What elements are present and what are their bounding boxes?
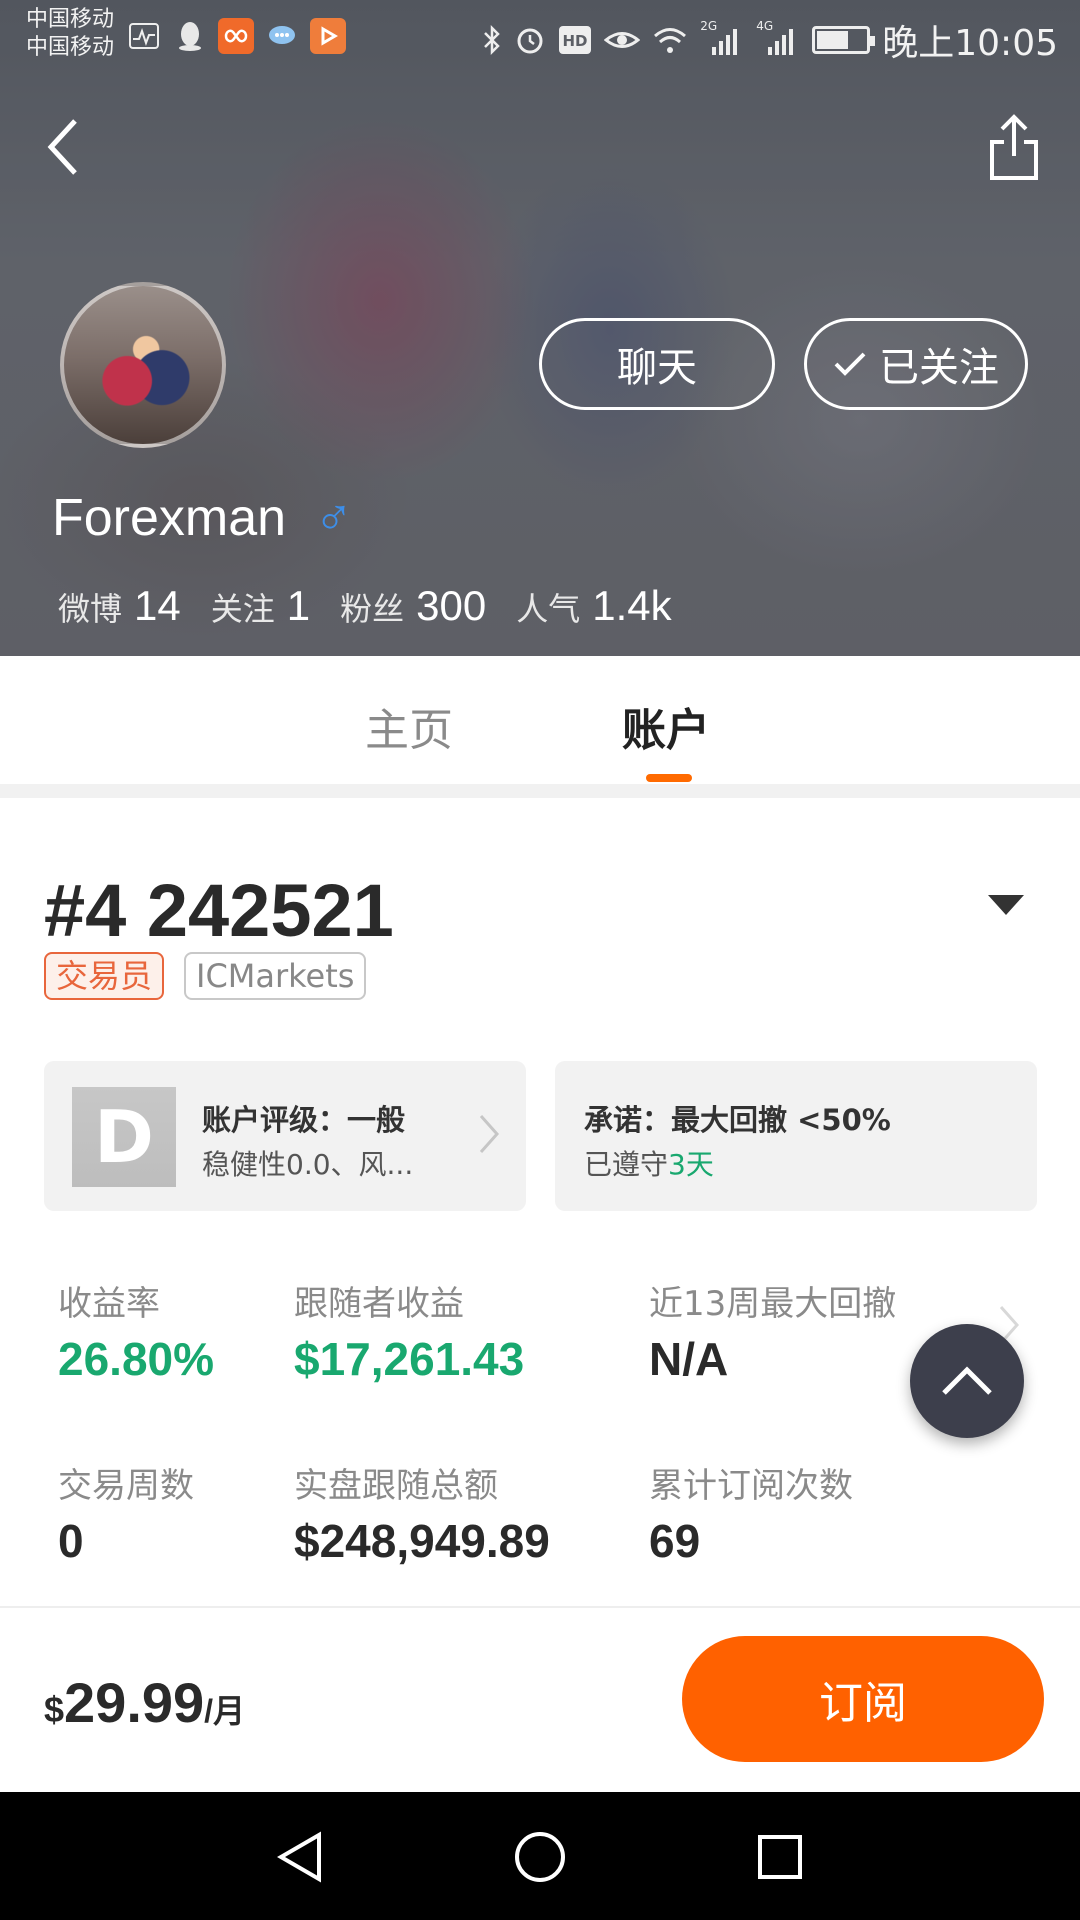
battery-icon: [812, 26, 876, 54]
carrier-line-1: 中国移动: [26, 7, 115, 32]
rating-subtitle: 稳健性0.0、风...: [202, 1148, 414, 1181]
price-currency: $: [44, 1689, 65, 1730]
subscribe-button[interactable]: 订阅: [682, 1636, 1044, 1762]
signal-icon: 4G: [756, 19, 800, 57]
promise-card: 承诺：最大回撤 <50% 已遵守3天: [555, 1061, 1037, 1211]
account-dropdown-icon[interactable]: [988, 895, 1024, 915]
chat-button[interactable]: 聊天: [539, 318, 775, 410]
share-icon: [990, 114, 1038, 180]
tab-account[interactable]: 账户: [622, 694, 710, 758]
male-gender-icon: ♂: [314, 489, 354, 547]
follow-button[interactable]: 已关注: [804, 318, 1028, 410]
section-divider: [0, 784, 1080, 798]
stat-fans[interactable]: 粉丝 300: [340, 582, 486, 630]
account-id: #4 242521: [44, 869, 394, 952]
promise-days: 3天: [668, 1148, 714, 1181]
bottom-bar-divider: [0, 1606, 1080, 1608]
signal-icon: 2G: [700, 19, 744, 57]
bluetooth-icon: [484, 24, 501, 56]
rating-grade-badge: D: [72, 1087, 176, 1187]
promise-title: 承诺：最大回撤 <50%: [584, 1103, 891, 1137]
follow-button-label: 已关注: [879, 345, 999, 391]
metric-label-subscriptions: 累计订阅次数: [649, 1466, 853, 1506]
stat-label: 粉丝: [340, 590, 405, 628]
profile-stats: 微博 14 关注 1 粉丝 300 人气 1.4k: [58, 582, 702, 630]
activity-icon: [126, 18, 162, 54]
checkmark-icon: [834, 352, 866, 376]
metric-label-trading-weeks: 交易周数: [58, 1466, 194, 1506]
network-type-1: 2G: [700, 19, 718, 33]
wifi-icon: [654, 28, 687, 53]
eye-icon: [604, 32, 641, 48]
stat-value: 1.4k: [592, 582, 672, 629]
metric-label-follow-total: 实盘跟随总额: [294, 1466, 498, 1506]
metric-value-follower-profit: $17,261.43: [294, 1333, 525, 1385]
stat-weibo[interactable]: 微博 14: [58, 582, 181, 630]
promise-subtitle: 已遵守3天: [584, 1143, 714, 1183]
chevron-up-icon: [942, 1366, 992, 1395]
stat-label: 人气: [516, 590, 581, 628]
chevron-left-icon: [47, 119, 77, 175]
broker-tag: ICMarkets: [184, 952, 367, 1000]
qq-icon: [172, 18, 208, 54]
back-button[interactable]: [38, 112, 88, 182]
network-type-2: 4G: [756, 19, 774, 33]
rating-title: 账户评级：一般: [202, 1103, 406, 1137]
hd-icon: HD: [559, 26, 592, 54]
video-app-icon: [310, 18, 346, 54]
stat-label: 关注: [210, 590, 275, 628]
metric-value-max-drawdown: N/A: [649, 1333, 729, 1385]
carrier-line-2: 中国移动: [26, 35, 115, 60]
carrier-label: 中国移动 中国移动: [26, 6, 114, 62]
share-button[interactable]: [984, 112, 1044, 184]
stat-value: 300: [416, 582, 487, 629]
stat-value: 14: [134, 582, 181, 629]
metric-value-follow-total: $248,949.89: [294, 1515, 550, 1567]
metric-label-max-drawdown: 近13周最大回撤: [649, 1284, 897, 1324]
system-navigation-bar: [0, 1792, 1080, 1920]
tab-home[interactable]: 主页: [365, 694, 453, 758]
scroll-to-top-button[interactable]: [910, 1324, 1024, 1438]
chat-button-label: 聊天: [617, 345, 697, 391]
price-period: /月: [204, 1693, 246, 1729]
square-recents-icon: [758, 1835, 802, 1879]
system-recents-button[interactable]: [745, 1822, 815, 1892]
avatar[interactable]: [60, 282, 226, 448]
metric-label-return: 收益率: [58, 1284, 160, 1324]
metric-value-subscriptions: 69: [649, 1515, 701, 1567]
stat-popularity: 人气 1.4k: [516, 582, 671, 630]
subscribe-button-label: 订阅: [819, 1678, 907, 1729]
profile-name: Forexman ♂: [52, 488, 353, 548]
chat-bubble-icon: [264, 18, 300, 54]
promise-subtitle-prefix: 已遵守: [584, 1148, 669, 1181]
profile-tabs: 主页 账户: [0, 656, 1080, 784]
stat-value: 1: [286, 582, 311, 629]
price-amount: 29.99: [64, 1671, 205, 1734]
active-tab-indicator: [646, 774, 692, 782]
metric-value-return: 26.80%: [58, 1333, 215, 1385]
circle-home-icon: [515, 1832, 565, 1882]
alarm-icon: [517, 28, 543, 54]
svg-text:HD: HD: [563, 32, 588, 50]
stat-following[interactable]: 关注 1: [211, 582, 310, 630]
metric-label-follower-profit: 跟随者收益: [294, 1284, 464, 1324]
system-home-button[interactable]: [505, 1822, 575, 1892]
status-time: 晚上10:05: [882, 23, 1058, 64]
subscription-price: $ 29.99 /月: [44, 1670, 245, 1735]
chevron-right-icon: [478, 1113, 500, 1166]
system-back-button[interactable]: [265, 1822, 335, 1892]
stat-label: 微博: [58, 590, 123, 628]
username-text: Forexman: [52, 489, 287, 547]
status-bar: 中国移动 中国移动 HD 2G 4G 晚上10:05: [0, 0, 1080, 72]
trader-tag: 交易员: [44, 952, 165, 1000]
metric-value-trading-weeks: 0: [58, 1515, 84, 1567]
account-rating-card[interactable]: D 账户评级：一般 稳健性0.0、风...: [44, 1061, 526, 1211]
ticket-app-icon: [218, 18, 254, 54]
triangle-back-icon: [277, 1831, 321, 1883]
